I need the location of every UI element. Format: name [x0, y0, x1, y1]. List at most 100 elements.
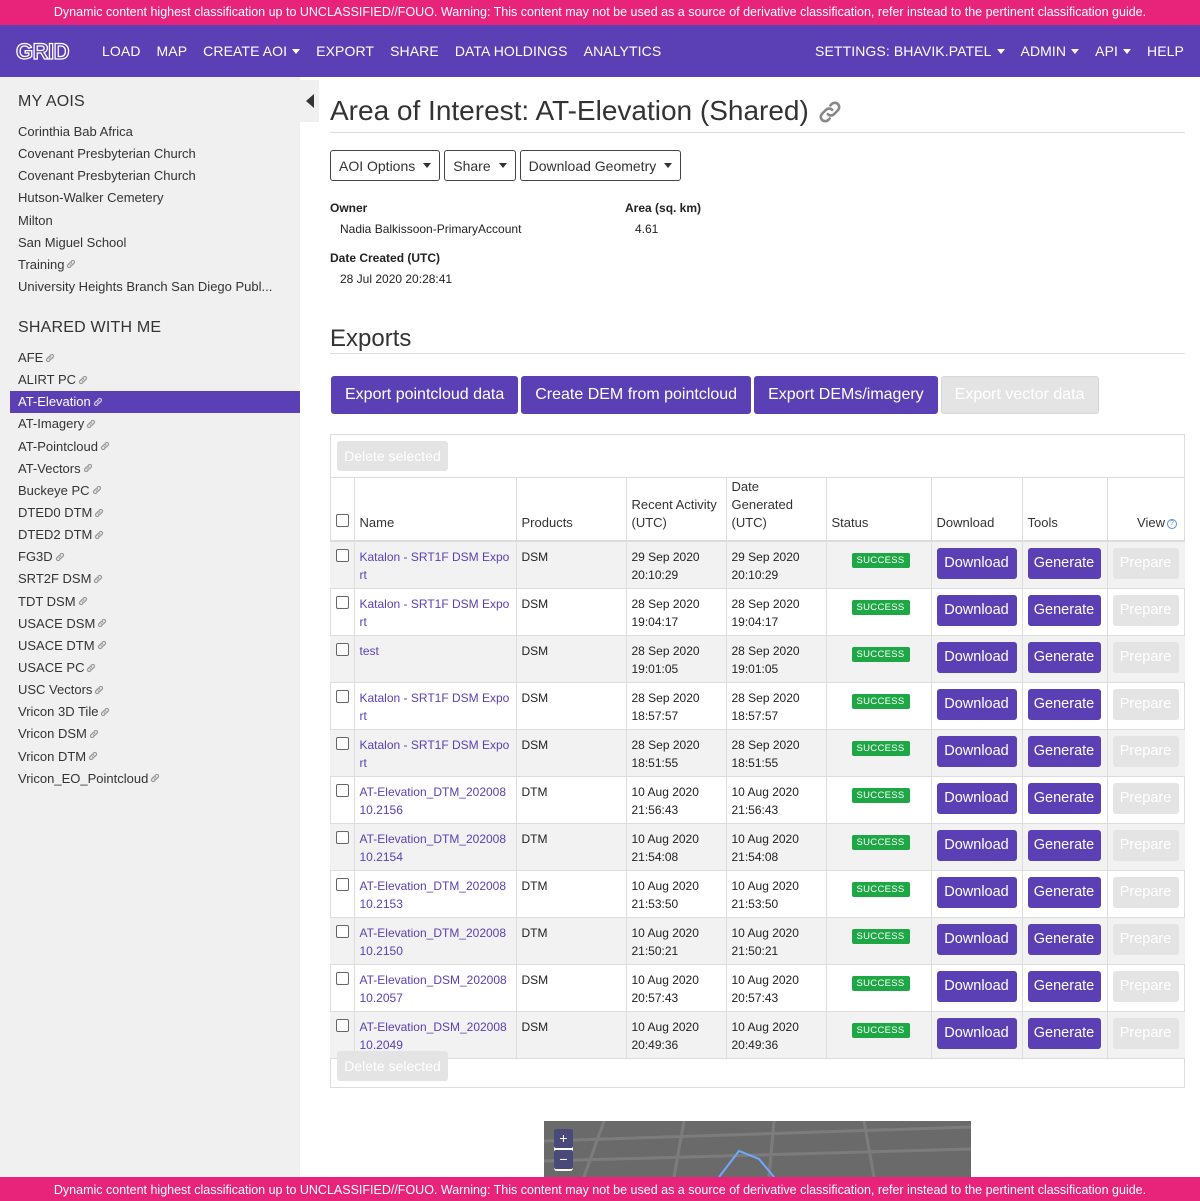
export-pointcloud-data-button[interactable]: Export pointcloud data — [331, 376, 519, 414]
col-recent-activity[interactable]: Recent Activity (UTC) — [626, 477, 727, 542]
sidebar-item-tdt-dsm[interactable]: TDT DSM — [10, 591, 300, 613]
export-name-link[interactable]: AT-Elevation_DTM_20200810.2154 — [360, 832, 507, 864]
generate-button[interactable]: Generate — [1027, 970, 1101, 1002]
export-name-link[interactable]: AT-Elevation_DTM_20200810.2153 — [360, 879, 507, 911]
generate-button[interactable]: Generate — [1027, 594, 1101, 626]
row-checkbox[interactable] — [336, 830, 349, 844]
export-name-link[interactable]: AT-Elevation_DSM_20200810.2049 — [360, 1020, 507, 1052]
sidebar-item-at-elevation[interactable]: AT-Elevation — [10, 391, 300, 414]
generate-button[interactable]: Generate — [1027, 735, 1101, 767]
help-icon[interactable]: ? — [1167, 518, 1177, 529]
col-products[interactable]: Products — [516, 477, 627, 542]
sidebar-item-hutson-walker-cemetery[interactable]: Hutson-Walker Cemetery — [10, 187, 300, 209]
sidebar-item-milton[interactable]: Milton — [10, 210, 300, 232]
sidebar-item-training[interactable]: Training — [10, 254, 300, 276]
sidebar-item-vricon-dsm[interactable]: Vricon DSM — [10, 723, 300, 745]
download-geometry-button[interactable]: Download Geometry — [519, 150, 682, 181]
nav-share[interactable]: SHARE — [390, 43, 439, 59]
download-button[interactable]: Download — [936, 735, 1017, 767]
export-name-link[interactable]: AT-Elevation_DTM_20200810.2150 — [360, 926, 507, 958]
sidebar-item-srt2f-dsm[interactable]: SRT2F DSM — [10, 568, 300, 590]
export-name-link[interactable]: Katalon - SRT1F DSM Export — [360, 691, 510, 723]
delete-selected-button-bottom[interactable]: Delete selected — [337, 1051, 448, 1081]
grid-logo[interactable]: GRID — [16, 36, 88, 66]
sidebar-item-usace-dsm[interactable]: USACE DSM — [10, 613, 300, 635]
generate-button[interactable]: Generate — [1027, 923, 1101, 955]
nav-map[interactable]: MAP — [157, 43, 188, 59]
aoi-map[interactable]: + − — [544, 1121, 971, 1177]
export-name-link[interactable]: AT-Elevation_DTM_20200810.2156 — [360, 785, 507, 817]
sidebar-item-usace-pc[interactable]: USACE PC — [10, 657, 300, 679]
nav-analytics[interactable]: ANALYTICS — [584, 43, 662, 59]
download-button[interactable]: Download — [936, 970, 1017, 1002]
export-name-link[interactable]: Katalon - SRT1F DSM Export — [360, 550, 510, 582]
row-checkbox[interactable] — [336, 549, 349, 562]
sidebar-item-at-pointcloud[interactable]: AT-Pointcloud — [10, 436, 300, 458]
sidebar-item-vricon-eo-pointcloud[interactable]: Vricon_EO_Pointcloud — [10, 768, 300, 790]
nav-export[interactable]: EXPORT — [316, 43, 374, 59]
sidebar-item-afe[interactable]: AFE — [10, 347, 300, 369]
sidebar-item-dted2-dtm[interactable]: DTED2 DTM — [10, 524, 300, 546]
download-button[interactable]: Download — [936, 688, 1017, 720]
download-button[interactable]: Download — [936, 876, 1017, 908]
row-checkbox[interactable] — [336, 736, 349, 750]
generate-button[interactable]: Generate — [1027, 782, 1101, 814]
sidebar-item-san-miguel-school[interactable]: San Miguel School — [10, 232, 300, 254]
nav-load[interactable]: LOAD — [102, 43, 141, 59]
generate-button[interactable]: Generate — [1027, 548, 1101, 579]
row-checkbox[interactable] — [336, 642, 349, 656]
row-checkbox[interactable] — [336, 1018, 349, 1032]
row-checkbox[interactable] — [336, 783, 349, 797]
row-checkbox[interactable] — [336, 924, 349, 938]
col-name[interactable]: Name — [354, 477, 517, 542]
nav-admin[interactable]: ADMIN — [1021, 43, 1080, 59]
sidebar-item-at-vectors[interactable]: AT-Vectors — [10, 458, 300, 480]
select-all-checkbox[interactable] — [336, 514, 349, 527]
generate-button[interactable]: Generate — [1027, 641, 1101, 673]
download-button[interactable]: Download — [936, 829, 1017, 861]
export-name-link[interactable]: Katalon - SRT1F DSM Export — [360, 597, 510, 629]
nav-api[interactable]: API — [1095, 43, 1132, 59]
zoom-out-button[interactable]: − — [554, 1150, 573, 1169]
generate-button[interactable]: Generate — [1027, 1017, 1101, 1049]
sidebar-item-fg3d[interactable]: FG3D — [10, 546, 300, 568]
link-icon[interactable] — [817, 99, 843, 130]
sidebar-item-alirt-pc[interactable]: ALIRT PC — [10, 369, 300, 391]
sidebar-item-at-imagery[interactable]: AT-Imagery — [10, 413, 300, 435]
download-button[interactable]: Download — [936, 923, 1017, 955]
export-name-link[interactable]: AT-Elevation_DSM_20200810.2057 — [360, 973, 507, 1005]
download-button[interactable]: Download — [936, 1017, 1017, 1049]
aoi-options-button[interactable]: AOI Options — [330, 150, 441, 181]
row-checkbox[interactable] — [336, 877, 349, 891]
generate-button[interactable]: Generate — [1027, 688, 1101, 720]
sidebar-item-covenant-presbyterian-church[interactable]: Covenant Presbyterian Church — [10, 143, 300, 165]
sidebar-item-university-heights-branch-san-diego-publ[interactable]: University Heights Branch San Diego Publ… — [10, 276, 300, 298]
sidebar-item-covenant-presbyterian-church[interactable]: Covenant Presbyterian Church — [10, 165, 300, 187]
download-button[interactable]: Download — [936, 641, 1017, 673]
sidebar-item-usc-vectors[interactable]: USC Vectors — [10, 679, 300, 701]
sidebar-collapse-button[interactable] — [300, 80, 319, 122]
download-button[interactable]: Download — [936, 782, 1017, 814]
export-dems-imagery-button[interactable]: Export DEMs/imagery — [754, 376, 938, 414]
generate-button[interactable]: Generate — [1027, 829, 1101, 861]
nav-create-aoi[interactable]: CREATE AOI — [203, 43, 301, 59]
zoom-in-button[interactable]: + — [554, 1129, 573, 1148]
delete-selected-button[interactable]: Delete selected — [337, 441, 448, 471]
nav-data-holdings[interactable]: DATA HOLDINGS — [455, 43, 568, 59]
sidebar-item-corinthia-bab-africa[interactable]: Corinthia Bab Africa — [10, 121, 300, 143]
row-checkbox[interactable] — [336, 689, 349, 703]
create-dem-from-pointcloud-button[interactable]: Create DEM from pointcloud — [521, 376, 752, 414]
share-button[interactable]: Share — [444, 150, 516, 181]
export-name-link[interactable]: test — [360, 644, 379, 658]
download-button[interactable]: Download — [936, 594, 1017, 626]
sidebar-item-vricon-dtm[interactable]: Vricon DTM — [10, 746, 300, 768]
row-checkbox[interactable] — [336, 595, 349, 609]
sidebar-item-buckeye-pc[interactable]: Buckeye PC — [10, 480, 300, 502]
export-name-link[interactable]: Katalon - SRT1F DSM Export — [360, 738, 510, 770]
sidebar-item-usace-dtm[interactable]: USACE DTM — [10, 635, 300, 657]
row-checkbox[interactable] — [336, 971, 349, 985]
sidebar-item-vricon-3d-tile[interactable]: Vricon 3D Tile — [10, 701, 300, 723]
col-date-generated[interactable]: Date Generated (UTC) — [726, 477, 827, 542]
generate-button[interactable]: Generate — [1027, 876, 1101, 908]
nav-settings[interactable]: SETTINGS: BHAVIK.PATEL — [815, 43, 1005, 59]
